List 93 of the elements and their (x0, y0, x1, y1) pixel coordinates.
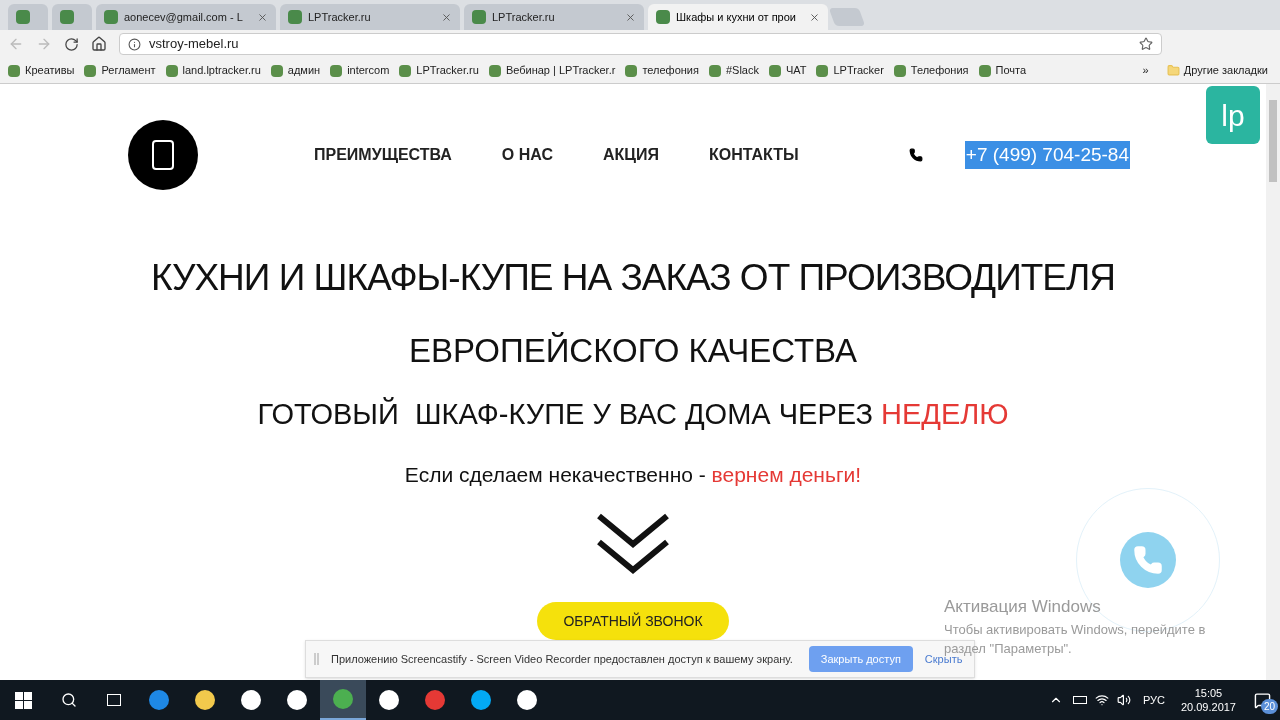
activation-text: Чтобы активировать Windows, перейдите в раздел "Параметры". (944, 620, 1207, 656)
favicon-icon (978, 64, 991, 77)
activation-title: Активация Windows (944, 596, 1102, 618)
favicon-icon (84, 64, 97, 77)
tab-title: Шкафы и кухни от прои (676, 9, 797, 25)
bookmark-item[interactable]: Почта (978, 62, 1027, 79)
browser-tab[interactable] (8, 4, 48, 30)
bookmark-item[interactable]: админ (270, 62, 321, 79)
phone-icon (1133, 545, 1163, 575)
bookmark-item[interactable]: LPTracker.ru (399, 62, 479, 79)
bookmark-item[interactable]: #Slack (708, 62, 759, 79)
bookmark-label: #Slack (725, 63, 759, 79)
bookmark-item[interactable]: Регламент (84, 62, 156, 79)
favicon-icon (472, 10, 486, 24)
bookmark-label: Креативы (25, 63, 75, 79)
home-icon[interactable] (91, 36, 107, 52)
bookmark-item[interactable]: ЧАТ (768, 62, 807, 79)
bookmark-label: LPTracker.ru (416, 63, 479, 79)
clock[interactable]: 15:05 20.09.2017 (1180, 686, 1236, 714)
favicon-icon (708, 64, 721, 77)
url-text: vstroy-mebel.ru (149, 35, 239, 54)
bookmark-label: телефония (642, 63, 699, 79)
favicon-icon (165, 64, 178, 77)
favicon-icon (625, 64, 638, 77)
info-icon (128, 37, 141, 51)
close-icon[interactable] (625, 11, 636, 23)
language-indicator[interactable]: РУС (1142, 691, 1165, 709)
bookmark-label: intercom (347, 63, 390, 79)
address-bar[interactable]: vstroy-mebel.ru (119, 33, 1162, 55)
more-bookmarks-button[interactable]: » (1142, 62, 1149, 79)
bookmark-item[interactable]: телефония (625, 62, 699, 79)
bookmark-item[interactable]: Телефония (893, 62, 969, 79)
search-icon[interactable] (61, 692, 77, 708)
favicon-icon (8, 64, 20, 77)
bookmark-label: Другие закладки (1183, 63, 1268, 79)
favicon-icon (893, 64, 906, 77)
favicon-icon (816, 64, 829, 77)
bookmark-label: land.lptracker.ru (182, 63, 261, 79)
favicon-icon (488, 64, 501, 77)
tab-title: aonecev@gmail.com - L (124, 9, 244, 25)
notification-count-badge: 20 (1260, 699, 1278, 714)
wifi-icon[interactable] (1094, 693, 1109, 707)
battery-icon[interactable] (1072, 696, 1087, 704)
nav-link[interactable]: КОНТАКТЫ (709, 143, 799, 167)
favicon-icon (270, 64, 283, 77)
bookmark-item[interactable]: Креативы (8, 62, 75, 79)
task-view-icon[interactable] (107, 694, 121, 706)
browser-tab[interactable]: Шкафы и кухни от прои (648, 4, 828, 30)
nav-link[interactable]: АКЦИЯ (603, 143, 659, 167)
bookmark-item[interactable]: land.lptracker.ru (165, 62, 261, 79)
bookmark-label: админ (287, 63, 321, 79)
favicon-icon (60, 10, 74, 24)
drag-handle-icon[interactable] (314, 653, 319, 665)
headline: КУХНИ И ШКАФЫ-КУПЕ НА ЗАКАЗ ОТ ПРОИЗВОДИТЕЛЯ (150, 256, 1116, 300)
bookmark-item[interactable]: LPTracker (816, 62, 884, 79)
favicon-icon (656, 10, 670, 24)
bookmark-item[interactable]: Вебинар | LPTracker.r (488, 62, 616, 79)
bookmark-item[interactable]: intercom (330, 62, 390, 79)
guarantee-text: Если сделаем некачественно - вернем деньги! (404, 461, 862, 488)
close-icon[interactable] (809, 11, 820, 23)
tab-title: LPTracker.ru (308, 9, 372, 25)
favicon-icon (330, 64, 343, 77)
nav-link[interactable]: О НАС (501, 143, 553, 167)
browser-tab[interactable]: LPTracker.ru (280, 4, 460, 30)
bookmark-label: Вебинар | LPTracker.r (505, 63, 616, 79)
other-bookmarks-folder[interactable]: Другие закладки (1166, 62, 1268, 79)
bookmark-label: Регламент (101, 63, 156, 79)
bookmark-label: LPTracker (833, 63, 884, 79)
offer-text: ГОТОВЫЙ ШКАФ-КУПЕ У ВАС ДОМА ЧЕРЕЗ НЕДЕЛЮ (257, 396, 1009, 432)
favicon-icon (768, 64, 781, 77)
close-icon[interactable] (257, 11, 268, 23)
bookmark-label: Телефония (910, 63, 969, 79)
nav-link[interactable]: ПРЕИМУЩЕСТВА (314, 143, 452, 167)
favicon-icon (16, 10, 30, 24)
chevron-down-icon (595, 512, 671, 576)
share-message: Приложению Screencastify - Screen Video Recorder предоставлен доступ к вашему экрану. (331, 651, 793, 667)
bookmark-star-icon[interactable] (1139, 37, 1153, 51)
subheadline: ЕВРОПЕЙСКОГО КАЧЕСТВА (408, 330, 858, 371)
browser-tab[interactable] (52, 4, 92, 30)
favicon-icon (288, 10, 302, 24)
browser-tab[interactable]: aonecev@gmail.com - L (96, 4, 276, 30)
close-icon[interactable] (441, 11, 452, 23)
favicon-icon (104, 10, 118, 24)
tab-title: LPTracker.ru (492, 9, 556, 25)
volume-icon[interactable] (1116, 693, 1131, 707)
bookmark-label: ЧАТ (785, 63, 807, 79)
folder-icon (1166, 64, 1180, 77)
browser-tab[interactable]: LPTracker.ru (464, 4, 644, 30)
favicon-icon (399, 64, 412, 77)
callback-button[interactable]: ОБРАТНЫЙ ЗВОНОК (537, 602, 729, 640)
reload-icon[interactable] (64, 36, 79, 52)
phone-icon (908, 148, 923, 162)
bookmark-label: Почта (995, 63, 1027, 79)
